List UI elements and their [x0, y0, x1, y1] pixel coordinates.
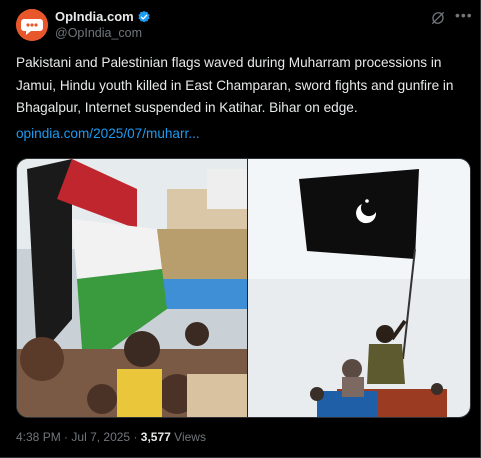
speech-bubble-logo-icon: [16, 9, 48, 41]
photo-left[interactable]: [17, 159, 247, 417]
more-options-icon[interactable]: •••: [455, 7, 473, 23]
verified-badge-icon: [138, 10, 150, 22]
separator-dot: ·: [133, 430, 141, 444]
tweet-media[interactable]: [16, 158, 471, 418]
tweet-meta: 4:38 PM · Jul 7, 2025 · 3,577 Views: [16, 430, 206, 444]
account-handle[interactable]: @OpIndia_com: [55, 26, 142, 40]
grok-icon[interactable]: [430, 10, 446, 26]
avatar[interactable]: [16, 9, 48, 41]
tweet-link[interactable]: opindia.com/2025/07/muharr...: [16, 126, 200, 141]
account-name[interactable]: OpIndia.com: [55, 9, 134, 24]
views-label: Views: [174, 430, 206, 444]
tweet-date[interactable]: Jul 7, 2025: [71, 430, 130, 444]
tweet-text: Pakistani and Palestinian flags waved du…: [16, 55, 454, 115]
tweet-time[interactable]: 4:38 PM: [16, 430, 61, 444]
tweet-card[interactable]: OpIndia.com @OpIndia_com ••• Pakistani a…: [0, 0, 481, 458]
photo-right[interactable]: [248, 159, 470, 417]
views-count: 3,577: [140, 430, 171, 444]
